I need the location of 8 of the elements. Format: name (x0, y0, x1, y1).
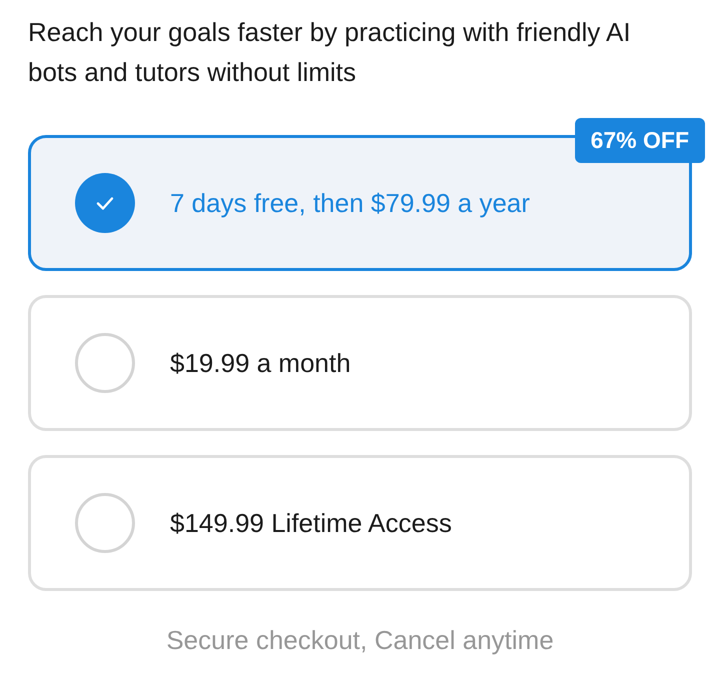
plan-option[interactable]: $149.99 Lifetime Access (28, 455, 692, 591)
radio-icon (75, 493, 135, 553)
intro-text: Reach your goals faster by practicing with friendly AI bots and tutors without limits (28, 16, 632, 89)
check-icon (75, 173, 135, 233)
discount-badge: 67% OFF (574, 118, 705, 163)
radio-icon (75, 333, 135, 393)
footer-text: Secure checkout, Cancel anytime (165, 625, 555, 656)
plan-option[interactable]: $19.99 a month (28, 295, 692, 431)
